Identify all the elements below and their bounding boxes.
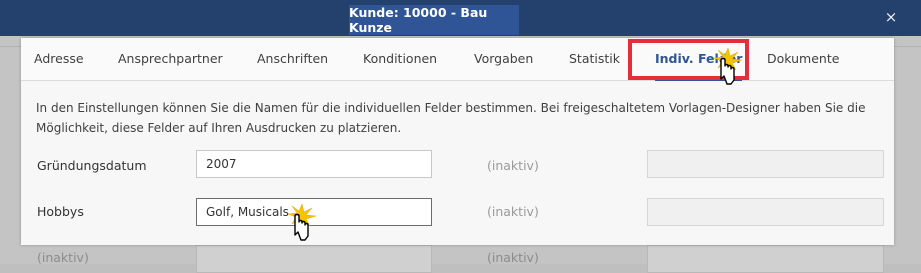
customer-dialog: Adresse Ansprechpartner Anschriften Kond… xyxy=(21,38,894,245)
lower-inactive-label: (inaktiv) xyxy=(37,250,89,265)
intro-text: In den Einstellungen können Sie die Name… xyxy=(36,101,866,135)
tab-statistik[interactable]: Statistik xyxy=(569,38,620,80)
tab-bar: Adresse Ansprechpartner Anschriften Kond… xyxy=(21,38,894,81)
tab-content-indiv-felder: In den Einstellungen können Sie die Name… xyxy=(21,81,894,245)
lower-field xyxy=(196,245,432,273)
inactive-field-1 xyxy=(647,150,884,178)
tab-indiv-felder[interactable]: Indiv. Felder xyxy=(655,38,743,81)
tab-ansprechpartner[interactable]: Ansprechpartner xyxy=(118,38,223,80)
label-gruendungsdatum: Gründungsdatum xyxy=(37,158,147,173)
hobbys-field[interactable]: Golf, Musicals xyxy=(196,198,432,226)
window-title-bar: Kunde: 10000 - Bau Kunze × xyxy=(0,0,921,36)
close-icon[interactable]: × xyxy=(880,6,902,28)
inactive-label-1: (inaktiv) xyxy=(487,158,539,173)
lower-inactive-label-2: (inaktiv) xyxy=(487,250,539,265)
label-hobbys: Hobbys xyxy=(37,204,84,219)
tab-konditionen[interactable]: Konditionen xyxy=(363,38,437,80)
tab-anschriften[interactable]: Anschriften xyxy=(257,38,328,80)
tab-adresse[interactable]: Adresse xyxy=(34,38,84,80)
tab-vorgaben[interactable]: Vorgaben xyxy=(474,38,533,80)
inactive-label-2: (inaktiv) xyxy=(487,204,539,219)
gruendungsdatum-field[interactable]: 2007 xyxy=(196,150,432,178)
lower-field-2 xyxy=(647,245,884,273)
inactive-field-2 xyxy=(647,198,884,226)
tab-dokumente[interactable]: Dokumente xyxy=(767,38,839,80)
window-title: Kunde: 10000 - Bau Kunze xyxy=(349,5,519,35)
